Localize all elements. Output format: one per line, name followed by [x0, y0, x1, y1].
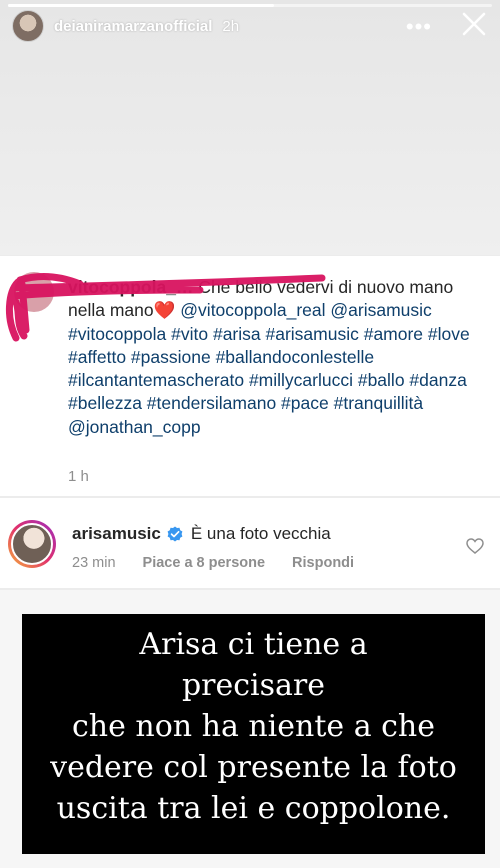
comment-text: vitocoppola_… Che bello vedervi di nuovo… [68, 276, 478, 439]
reply-text: È una foto vecchia [190, 524, 331, 543]
comment-username[interactable]: vitocoppola_… [68, 277, 193, 297]
caption-line: vedere col presente la foto [50, 750, 457, 785]
comment-avatar[interactable] [14, 272, 54, 312]
verified-badge-icon [167, 526, 183, 542]
comment-hashtags[interactable]: @vitocoppola_real @arisamusic #vitocoppo… [68, 300, 470, 436]
story-header: deianiramarzanofficial 2h ••• [12, 10, 488, 42]
heart-emoji: ❤️ [153, 300, 176, 321]
close-icon[interactable] [460, 10, 488, 38]
reply-line: arisamusic È una foto vecchia [72, 524, 331, 544]
reply-time: 23 min [72, 555, 116, 571]
reply-avatar[interactable] [8, 520, 56, 568]
reply-meta: 23 min Piace a 8 persone Rispondi [72, 555, 381, 571]
story-progress-fill [8, 4, 275, 7]
comment-time: 1 h [68, 468, 89, 485]
more-options-icon[interactable]: ••• [406, 14, 432, 40]
story-time: 2h [222, 17, 240, 35]
like-heart-icon[interactable] [466, 538, 484, 554]
reply-button[interactable]: Rispondi [292, 555, 354, 571]
story-progress-bar [8, 4, 492, 7]
caption-line: precisare [181, 668, 326, 703]
caption-line: che non ha niente a che [71, 709, 436, 744]
reply-likes[interactable]: Piace a 8 persone [143, 555, 266, 571]
reply-username[interactable]: arisamusic [72, 524, 161, 544]
story-caption-box: Arisa ci tiene a precisare che non ha ni… [22, 614, 485, 854]
story-user-avatar[interactable] [12, 10, 44, 42]
caption-line: uscita tra lei e coppolone. [56, 791, 451, 826]
reply-avatar-photo [11, 523, 53, 565]
caption-line: Arisa ci tiene a [139, 627, 368, 662]
story-username[interactable]: deianiramarzanofficial [54, 18, 212, 35]
